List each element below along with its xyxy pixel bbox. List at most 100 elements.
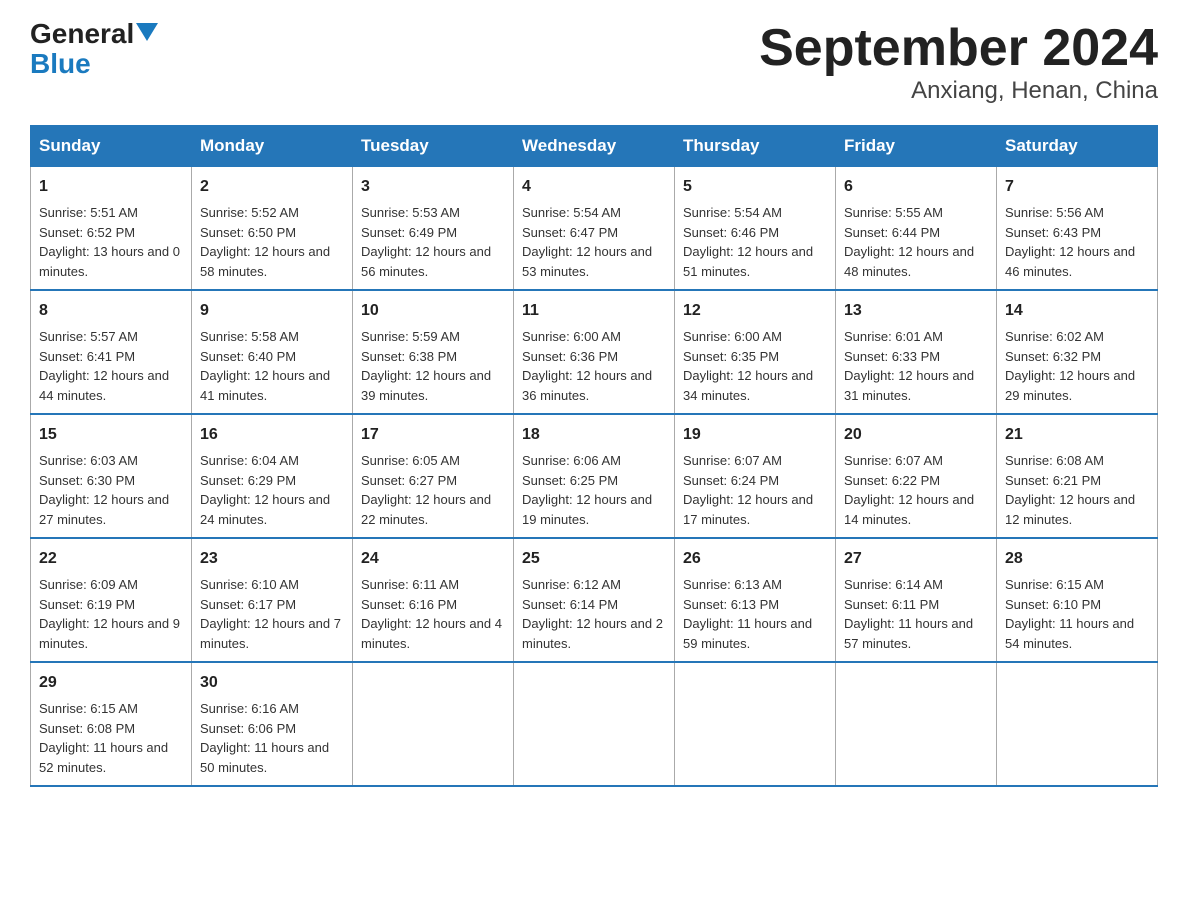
day-number: 11 xyxy=(522,299,666,323)
calendar-cell: 12Sunrise: 6:00 AMSunset: 6:35 PMDayligh… xyxy=(675,290,836,414)
calendar-cell: 26 Sunrise: 6:13 AMSunset: 6:13 PMDayligh… xyxy=(675,538,836,662)
calendar-cell: 23 Sunrise: 6:10 AMSunset: 6:17 PMDayligh… xyxy=(192,538,353,662)
day-info: Sunrise: 6:11 AMSunset: 6:16 PMDaylight:… xyxy=(361,577,502,651)
day-number: 30 xyxy=(200,671,344,695)
day-number: 22 xyxy=(39,547,183,571)
weekday-header-sunday: Sunday xyxy=(31,126,192,167)
calendar-cell: 21 Sunrise: 6:08 AMSunset: 6:21 PMDayligh… xyxy=(997,414,1158,538)
logo-general-text: General xyxy=(30,20,134,48)
calendar-cell: 5Sunrise: 5:54 AMSunset: 6:46 PMDaylight… xyxy=(675,167,836,291)
day-info: Sunrise: 5:52 AMSunset: 6:50 PMDaylight:… xyxy=(200,205,330,279)
calendar-cell: 24Sunrise: 6:11 AMSunset: 6:16 PMDayligh… xyxy=(353,538,514,662)
day-number: 2 xyxy=(200,175,344,199)
calendar-cell: 28 Sunrise: 6:15 AMSunset: 6:10 PMDayligh… xyxy=(997,538,1158,662)
day-info: Sunrise: 6:12 AMSunset: 6:14 PMDaylight:… xyxy=(522,577,663,651)
day-number: 14 xyxy=(1005,299,1149,323)
calendar-cell: 4 Sunrise: 5:54 AMSunset: 6:47 PMDaylight… xyxy=(514,167,675,291)
calendar-cell: 30 Sunrise: 6:16 AMSunset: 6:06 PMDayligh… xyxy=(192,662,353,786)
day-number: 26 xyxy=(683,547,827,571)
day-number: 9 xyxy=(200,299,344,323)
day-info: Sunrise: 6:07 AMSunset: 6:22 PMDaylight:… xyxy=(844,453,974,527)
calendar-cell: 10Sunrise: 5:59 AMSunset: 6:38 PMDayligh… xyxy=(353,290,514,414)
day-number: 23 xyxy=(200,547,344,571)
day-number: 8 xyxy=(39,299,183,323)
day-number: 18 xyxy=(522,423,666,447)
weekday-header-tuesday: Tuesday xyxy=(353,126,514,167)
calendar-cell: 6 Sunrise: 5:55 AMSunset: 6:44 PMDaylight… xyxy=(836,167,997,291)
calendar-cell xyxy=(514,662,675,786)
day-info: Sunrise: 5:54 AMSunset: 6:47 PMDaylight:… xyxy=(522,205,652,279)
calendar-cell xyxy=(997,662,1158,786)
day-info: Sunrise: 6:02 AMSunset: 6:32 PMDaylight:… xyxy=(1005,329,1135,403)
weekday-header-thursday: Thursday xyxy=(675,126,836,167)
calendar-cell: 16 Sunrise: 6:04 AMSunset: 6:29 PMDayligh… xyxy=(192,414,353,538)
day-info: Sunrise: 6:10 AMSunset: 6:17 PMDaylight:… xyxy=(200,577,341,651)
day-number: 1 xyxy=(39,175,183,199)
calendar-cell: 22 Sunrise: 6:09 AMSunset: 6:19 PMDayligh… xyxy=(31,538,192,662)
weekday-header-wednesday: Wednesday xyxy=(514,126,675,167)
day-number: 19 xyxy=(683,423,827,447)
day-number: 20 xyxy=(844,423,988,447)
calendar-week-row: 29Sunrise: 6:15 AMSunset: 6:08 PMDayligh… xyxy=(31,662,1158,786)
day-info: Sunrise: 6:06 AMSunset: 6:25 PMDaylight:… xyxy=(522,453,652,527)
day-info: Sunrise: 6:05 AMSunset: 6:27 PMDaylight:… xyxy=(361,453,491,527)
calendar-cell: 3 Sunrise: 5:53 AMSunset: 6:49 PMDaylight… xyxy=(353,167,514,291)
day-info: Sunrise: 5:57 AMSunset: 6:41 PMDaylight:… xyxy=(39,329,169,403)
day-info: Sunrise: 6:00 AMSunset: 6:36 PMDaylight:… xyxy=(522,329,652,403)
calendar-cell: 2 Sunrise: 5:52 AMSunset: 6:50 PMDaylight… xyxy=(192,167,353,291)
calendar-cell: 9 Sunrise: 5:58 AMSunset: 6:40 PMDaylight… xyxy=(192,290,353,414)
weekday-header-monday: Monday xyxy=(192,126,353,167)
day-info: Sunrise: 6:15 AMSunset: 6:10 PMDaylight:… xyxy=(1005,577,1134,651)
calendar-cell: 7Sunrise: 5:56 AMSunset: 6:43 PMDaylight… xyxy=(997,167,1158,291)
day-info: Sunrise: 5:53 AMSunset: 6:49 PMDaylight:… xyxy=(361,205,491,279)
day-info: Sunrise: 6:08 AMSunset: 6:21 PMDaylight:… xyxy=(1005,453,1135,527)
logo-blue-text: Blue xyxy=(30,48,91,80)
calendar-subtitle: Anxiang, Henan, China xyxy=(759,77,1158,105)
calendar-cell: 8 Sunrise: 5:57 AMSunset: 6:41 PMDaylight… xyxy=(31,290,192,414)
calendar-cell: 27Sunrise: 6:14 AMSunset: 6:11 PMDayligh… xyxy=(836,538,997,662)
day-info: Sunrise: 6:04 AMSunset: 6:29 PMDaylight:… xyxy=(200,453,330,527)
day-number: 17 xyxy=(361,423,505,447)
day-number: 3 xyxy=(361,175,505,199)
logo: General Blue xyxy=(30,20,158,80)
day-number: 21 xyxy=(1005,423,1149,447)
calendar-cell: 14 Sunrise: 6:02 AMSunset: 6:32 PMDayligh… xyxy=(997,290,1158,414)
calendar-cell: 29Sunrise: 6:15 AMSunset: 6:08 PMDayligh… xyxy=(31,662,192,786)
day-number: 13 xyxy=(844,299,988,323)
weekday-header-row: SundayMondayTuesdayWednesdayThursdayFrid… xyxy=(31,126,1158,167)
weekday-header-saturday: Saturday xyxy=(997,126,1158,167)
day-number: 28 xyxy=(1005,547,1149,571)
day-number: 29 xyxy=(39,671,183,695)
page-header: General Blue September 2024 Anxiang, Hen… xyxy=(30,20,1158,105)
calendar-week-row: 8 Sunrise: 5:57 AMSunset: 6:41 PMDaylight… xyxy=(31,290,1158,414)
day-number: 16 xyxy=(200,423,344,447)
day-info: Sunrise: 6:16 AMSunset: 6:06 PMDaylight:… xyxy=(200,701,329,775)
day-number: 4 xyxy=(522,175,666,199)
title-block: September 2024 Anxiang, Henan, China xyxy=(759,20,1158,105)
day-info: Sunrise: 5:51 AMSunset: 6:52 PMDaylight:… xyxy=(39,205,180,279)
day-number: 15 xyxy=(39,423,183,447)
day-info: Sunrise: 5:55 AMSunset: 6:44 PMDaylight:… xyxy=(844,205,974,279)
day-info: Sunrise: 5:56 AMSunset: 6:43 PMDaylight:… xyxy=(1005,205,1135,279)
calendar-cell: 13Sunrise: 6:01 AMSunset: 6:33 PMDayligh… xyxy=(836,290,997,414)
calendar-week-row: 15Sunrise: 6:03 AMSunset: 6:30 PMDayligh… xyxy=(31,414,1158,538)
calendar-week-row: 22 Sunrise: 6:09 AMSunset: 6:19 PMDayligh… xyxy=(31,538,1158,662)
logo-triangle-icon xyxy=(136,23,158,41)
calendar-cell xyxy=(675,662,836,786)
day-number: 25 xyxy=(522,547,666,571)
day-info: Sunrise: 6:13 AMSunset: 6:13 PMDaylight:… xyxy=(683,577,812,651)
day-number: 6 xyxy=(844,175,988,199)
day-info: Sunrise: 5:59 AMSunset: 6:38 PMDaylight:… xyxy=(361,329,491,403)
calendar-cell: 17 Sunrise: 6:05 AMSunset: 6:27 PMDayligh… xyxy=(353,414,514,538)
day-info: Sunrise: 5:54 AMSunset: 6:46 PMDaylight:… xyxy=(683,205,813,279)
day-number: 12 xyxy=(683,299,827,323)
calendar-cell: 11 Sunrise: 6:00 AMSunset: 6:36 PMDayligh… xyxy=(514,290,675,414)
calendar-cell: 20 Sunrise: 6:07 AMSunset: 6:22 PMDayligh… xyxy=(836,414,997,538)
day-info: Sunrise: 6:07 AMSunset: 6:24 PMDaylight:… xyxy=(683,453,813,527)
calendar-week-row: 1 Sunrise: 5:51 AMSunset: 6:52 PMDaylight… xyxy=(31,167,1158,291)
day-info: Sunrise: 6:09 AMSunset: 6:19 PMDaylight:… xyxy=(39,577,180,651)
calendar-cell: 19 Sunrise: 6:07 AMSunset: 6:24 PMDayligh… xyxy=(675,414,836,538)
calendar-cell: 1 Sunrise: 5:51 AMSunset: 6:52 PMDaylight… xyxy=(31,167,192,291)
day-info: Sunrise: 5:58 AMSunset: 6:40 PMDaylight:… xyxy=(200,329,330,403)
day-info: Sunrise: 6:14 AMSunset: 6:11 PMDaylight:… xyxy=(844,577,973,651)
